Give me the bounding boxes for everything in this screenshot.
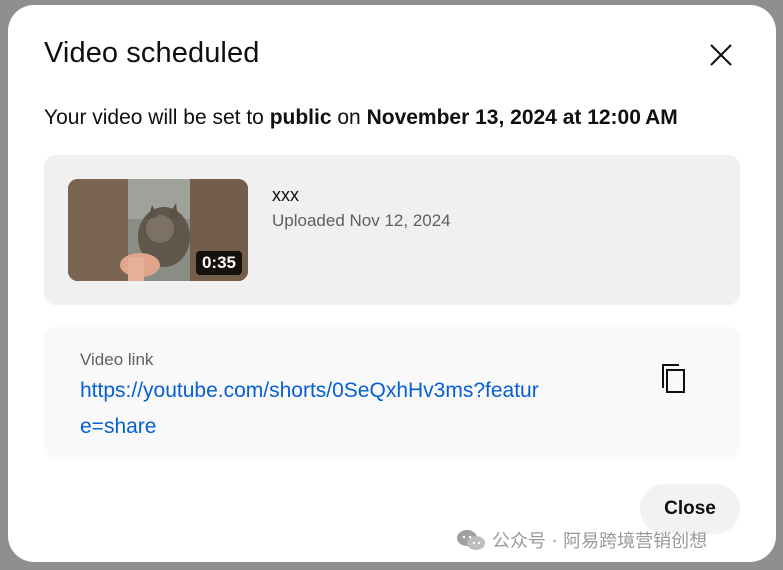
video-thumbnail[interactable]: 0:35 — [68, 179, 248, 281]
video-link-label: Video link — [80, 350, 154, 369]
schedule-connector: on — [331, 106, 367, 129]
dialog-title: Video scheduled — [44, 37, 260, 69]
video-scheduled-dialog: Video scheduled Your video will be set t… — [8, 5, 776, 562]
watermark-text: 公众号 · 阿易跨境营销创想 — [492, 531, 708, 552]
video-link-url[interactable]: https://youtube.com/shorts/0SeQxhHv3ms?f… — [80, 373, 550, 445]
watermark: 公众号 · 阿易跨境营销创想 — [456, 527, 707, 553]
upload-date: Uploaded Nov 12, 2024 — [272, 211, 451, 230]
visibility-value: public — [269, 106, 332, 129]
close-icon[interactable] — [706, 40, 736, 70]
schedule-prefix: Your video will be set to — [44, 106, 270, 129]
video-link-card: Video link https://youtube.com/shorts/0S… — [44, 327, 740, 459]
schedule-datetime: November 13, 2024 at 12:00 AM — [366, 106, 678, 129]
video-title[interactable]: xxx — [272, 185, 299, 206]
duration-badge: 0:35 — [195, 251, 242, 275]
wechat-icon — [457, 530, 485, 550]
video-card: 0:35 xxx Uploaded Nov 12, 2024 — [44, 155, 740, 305]
copy-icon[interactable] — [658, 361, 690, 397]
schedule-message: Your video will be set to public on Nove… — [44, 106, 678, 130]
